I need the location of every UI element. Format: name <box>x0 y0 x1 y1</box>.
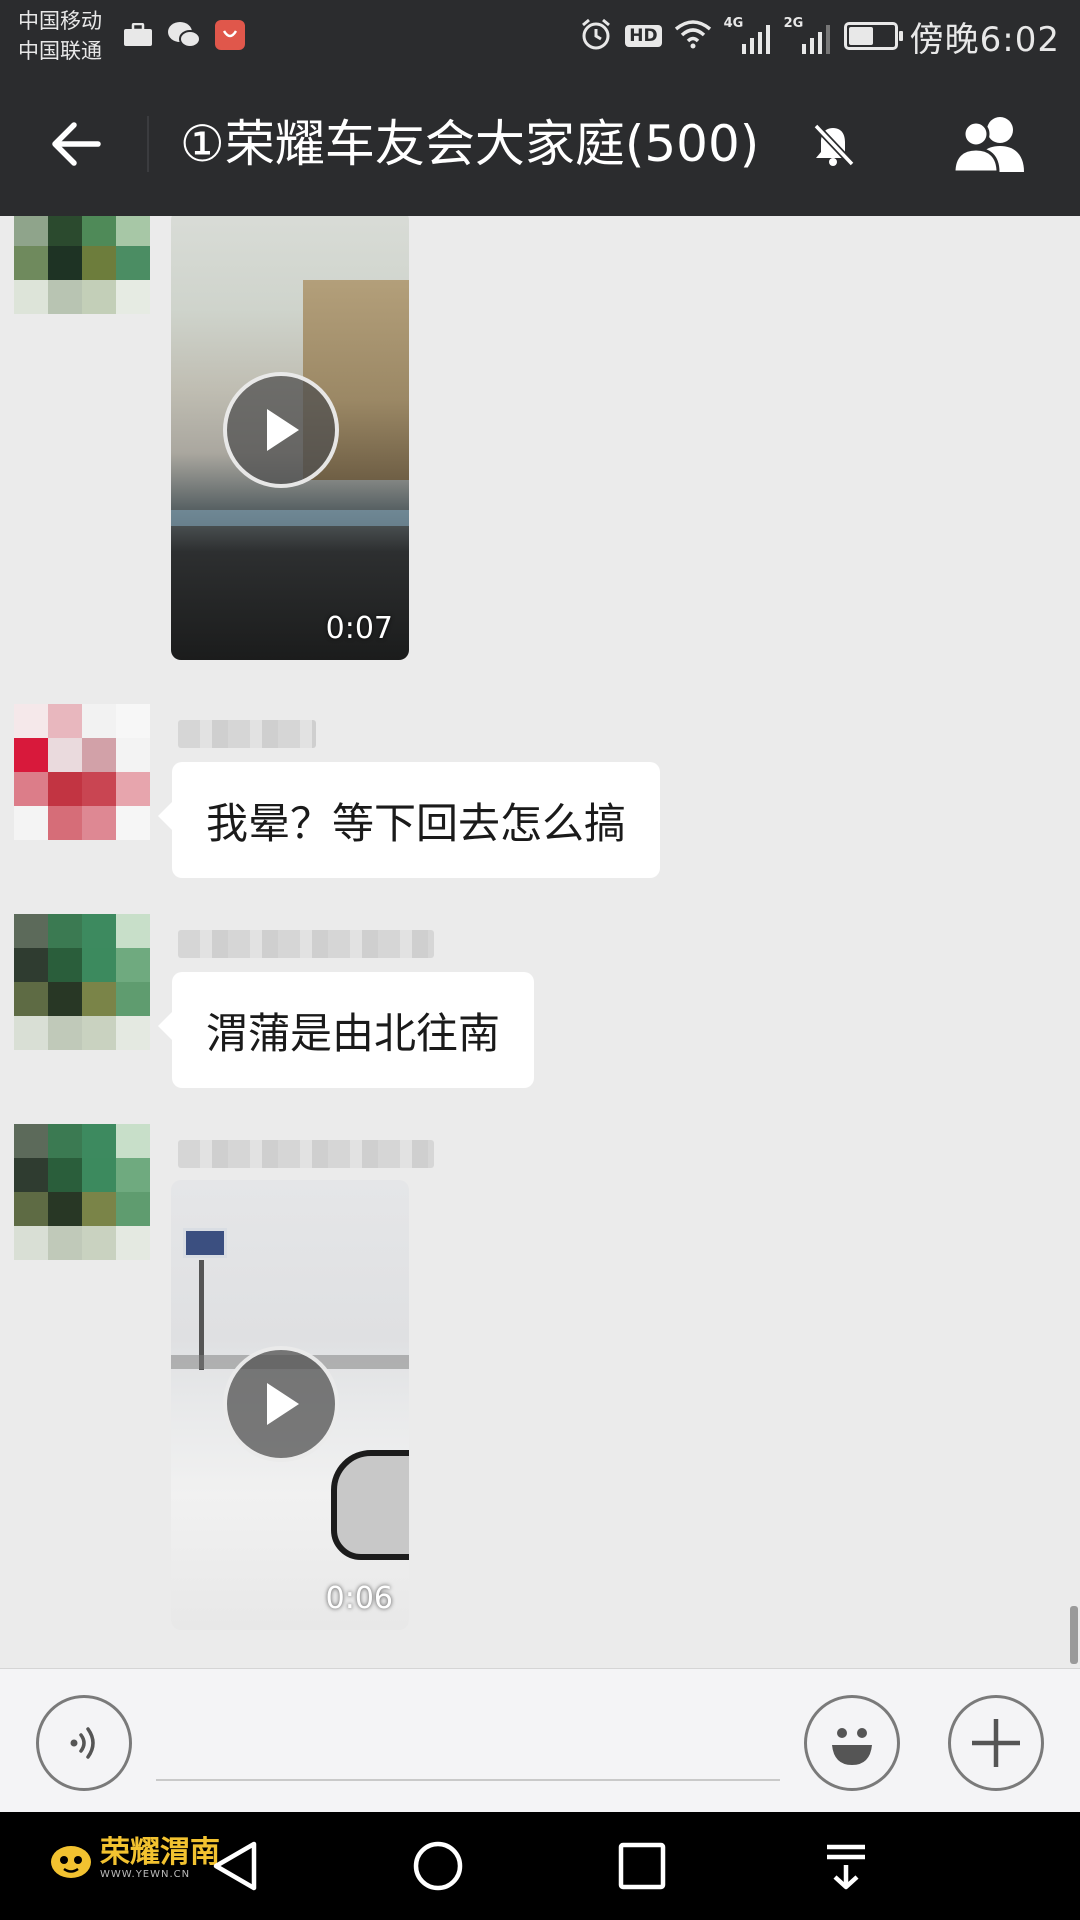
notification-icons <box>120 18 248 52</box>
voice-button[interactable] <box>36 1695 132 1791</box>
group-members-button[interactable] <box>946 108 1036 180</box>
nav-notification-button[interactable] <box>810 1830 882 1902</box>
message-text: 渭蒲是由北往南 <box>206 1008 501 1058</box>
carrier-labels: 中国移动 中国联通 <box>18 6 102 66</box>
video-message[interactable]: 0:07 <box>171 216 409 660</box>
wechat-icon <box>166 18 202 52</box>
video-duration: 0:07 <box>325 611 393 646</box>
circle-home-icon <box>413 1841 463 1891</box>
sender-nickname <box>178 1140 434 1168</box>
chat-title[interactable]: ①荣耀车友会大家庭(500) <box>180 110 759 178</box>
sender-avatar[interactable] <box>14 914 150 1050</box>
input-bar <box>0 1668 1080 1812</box>
carrier-2: 中国联通 <box>18 39 102 63</box>
scrollbar[interactable] <box>1070 1606 1078 1664</box>
clock: 傍晚6:02 <box>909 19 1060 60</box>
wifi-icon <box>674 19 712 53</box>
briefcase-icon <box>120 18 156 52</box>
bell-off-icon <box>808 120 858 170</box>
sender-avatar[interactable] <box>14 216 150 314</box>
emoji-button[interactable] <box>804 1695 900 1791</box>
sender-nickname <box>178 930 434 958</box>
battery-icon <box>843 22 903 50</box>
chat-header: ①荣耀车友会大家庭(500) <box>0 72 1080 216</box>
pull-down-icon <box>827 1844 865 1890</box>
sender-avatar[interactable] <box>14 1124 150 1260</box>
back-button[interactable] <box>40 108 112 180</box>
signal-2g-icon: 2G <box>784 16 832 54</box>
triangle-back-icon <box>213 1841 257 1891</box>
text-message[interactable]: 渭蒲是由北往南 <box>157 972 535 1088</box>
video-message[interactable]: 0:06 <box>171 1180 409 1630</box>
nav-recents-button[interactable] <box>606 1830 678 1902</box>
plus-icon <box>972 1719 1020 1767</box>
video-duration: 0:06 <box>325 1581 393 1616</box>
header-divider <box>147 116 149 172</box>
voice-icon <box>70 1727 95 1759</box>
system-nav-bar: 荣耀渭南 WWW.YEWN.CN <box>0 1812 1080 1920</box>
sender-avatar[interactable] <box>14 704 150 840</box>
play-icon[interactable] <box>223 372 339 488</box>
message-list[interactable]: 0:07 我晕？等下回去怎么搞 渭蒲是由北往南 0:06 <box>0 216 1080 1668</box>
shopping-bag-icon <box>212 18 248 52</box>
nav-home-button[interactable] <box>402 1830 474 1902</box>
battery-fill <box>848 27 873 45</box>
group-icon <box>952 117 1024 174</box>
more-button[interactable] <box>948 1695 1044 1791</box>
nav-back-button[interactable] <box>200 1830 272 1902</box>
sender-nickname <box>178 720 316 748</box>
play-icon[interactable] <box>223 1346 339 1462</box>
status-bar: 中国移动 中国联通 HD 4G 2G 傍晚6:02 <box>0 0 1080 72</box>
hd-badge: HD <box>625 25 662 47</box>
arrow-left-icon <box>52 122 101 166</box>
emoji-icon <box>832 1728 872 1765</box>
signal-4g-icon: 4G <box>724 16 772 54</box>
square-recents-icon <box>618 1842 666 1890</box>
message-input[interactable] <box>156 1709 780 1781</box>
carrier-1: 中国移动 <box>18 9 102 33</box>
text-message[interactable]: 我晕？等下回去怎么搞 <box>157 762 661 878</box>
site-watermark: 荣耀渭南 WWW.YEWN.CN <box>48 1836 220 1880</box>
alarm-icon <box>579 17 613 55</box>
status-icons: HD 4G 2G 傍晚6:02 <box>579 10 1060 62</box>
message-text: 我晕？等下回去怎么搞 <box>206 798 627 848</box>
bee-mascot-icon <box>51 1837 91 1878</box>
